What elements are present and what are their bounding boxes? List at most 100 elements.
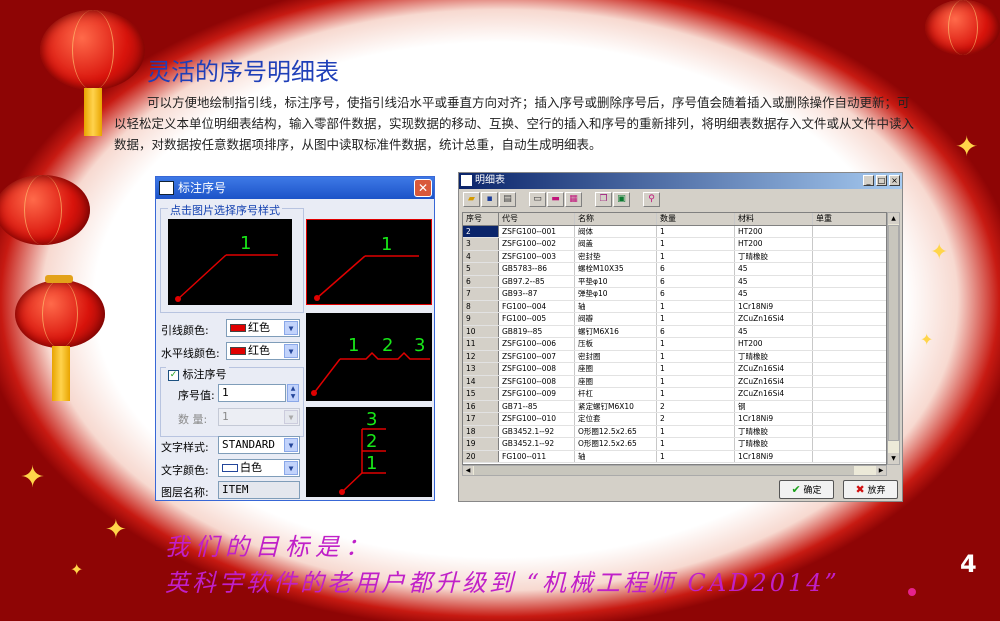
checkbox-checked-icon[interactable]: ✓ bbox=[168, 369, 179, 381]
table-row[interactable]: 20 FG100--011 轴 1 1Cr18Ni9 bbox=[463, 450, 886, 463]
text-color-select[interactable]: 白色 ▼ bbox=[218, 459, 300, 477]
scroll-thumb[interactable] bbox=[888, 225, 899, 441]
row-number-cell[interactable]: 5 bbox=[463, 263, 499, 275]
row-number-cell[interactable]: 4 bbox=[463, 250, 499, 262]
table-cell[interactable]: 6 bbox=[657, 325, 735, 337]
header-cell[interactable]: 名称 bbox=[575, 213, 657, 225]
table-row[interactable]: 12 ZSFG100--007 密封圈 1 丁晴橡胶 bbox=[463, 350, 886, 363]
table-cell[interactable]: FG100--011 bbox=[499, 450, 575, 462]
table-cell[interactable]: 阀体 bbox=[575, 225, 657, 237]
maximize-icon[interactable]: □ bbox=[876, 175, 887, 186]
table-cell[interactable]: 1 bbox=[657, 250, 735, 262]
row-number-cell[interactable]: 16 bbox=[463, 400, 499, 412]
ok-button[interactable]: ✔ 确定 bbox=[779, 480, 834, 499]
chevron-down-icon[interactable]: ▼ bbox=[284, 344, 298, 358]
style-option-multi[interactable]: 1 2 3 bbox=[306, 313, 432, 401]
scroll-right-icon[interactable]: ▶ bbox=[876, 466, 886, 475]
vertical-scrollbar[interactable]: ▲ ▼ bbox=[887, 212, 900, 465]
open-folder-icon[interactable]: ▰ bbox=[463, 192, 480, 207]
chevron-down-icon[interactable]: ▼ bbox=[284, 438, 298, 452]
layer-input[interactable]: ITEM bbox=[218, 481, 300, 499]
table-cell[interactable] bbox=[813, 413, 886, 425]
table-row[interactable]: 13 ZSFG100--008 座圈 1 ZCuZn16Si4 bbox=[463, 363, 886, 376]
table-cell[interactable] bbox=[813, 376, 886, 388]
row-number-cell[interactable]: 9 bbox=[463, 313, 499, 325]
table-row[interactable]: 6 GB97.2--85 平垫φ10 6 45 bbox=[463, 275, 886, 288]
table-cell[interactable]: 45 bbox=[735, 288, 813, 300]
row-number-cell[interactable]: 7 bbox=[463, 288, 499, 300]
table-cell[interactable]: 1Cr18Ni9 bbox=[735, 413, 813, 425]
table-cell[interactable] bbox=[813, 301, 886, 313]
table-row[interactable]: 9 FG100--005 阀瓣 1 ZCuZn16Si4 bbox=[463, 313, 886, 326]
table-row[interactable]: 8 FG100--004 轴 1 1Cr18Ni9 bbox=[463, 300, 886, 313]
chevron-down-icon[interactable]: ▼ bbox=[284, 321, 298, 335]
table-settings-icon[interactable]: ▤ bbox=[499, 192, 516, 207]
table-cell[interactable] bbox=[813, 276, 886, 288]
row-number-cell[interactable]: 3 bbox=[463, 238, 499, 250]
style-option-single[interactable]: 1 bbox=[306, 219, 432, 305]
table-cell[interactable]: ZSFG100--009 bbox=[499, 388, 575, 400]
hline-color-select[interactable]: 红色 ▼ bbox=[226, 342, 300, 360]
table-cell[interactable]: 钢 bbox=[735, 400, 813, 412]
table-row[interactable]: 7 GB93--87 弹垫φ10 6 45 bbox=[463, 288, 886, 301]
table-cell[interactable]: 45 bbox=[735, 325, 813, 337]
table-cell[interactable]: FG100--005 bbox=[499, 313, 575, 325]
table-row[interactable]: 10 GB819--85 螺钉M6X16 6 45 bbox=[463, 325, 886, 338]
table-cell[interactable]: 1 bbox=[657, 438, 735, 450]
row-number-cell[interactable]: 17 bbox=[463, 413, 499, 425]
row-number-cell[interactable]: 18 bbox=[463, 425, 499, 437]
table-cell[interactable]: 阀瓣 bbox=[575, 313, 657, 325]
scroll-thumb[interactable] bbox=[474, 466, 854, 475]
row-number-cell[interactable]: 20 bbox=[463, 450, 499, 462]
table-row[interactable]: 18 GB3452.1--92 O形圈12.5x2.65 1 丁晴橡胶 bbox=[463, 425, 886, 438]
row-number-cell[interactable]: 10 bbox=[463, 325, 499, 337]
table-cell[interactable] bbox=[813, 438, 886, 450]
text-style-select[interactable]: STANDARD ▼ bbox=[218, 436, 300, 454]
save-icon[interactable]: ▪ bbox=[481, 192, 498, 207]
table-cell[interactable] bbox=[813, 388, 886, 400]
table-row[interactable]: 2 ZSFG100--001 阀体 1 HT200 bbox=[463, 225, 886, 238]
table-cell[interactable]: GB819--85 bbox=[499, 325, 575, 337]
cancel-button[interactable]: ✖ 放弃 bbox=[843, 480, 898, 499]
table-cell[interactable]: 2 bbox=[657, 413, 735, 425]
dialog-titlebar[interactable]: 标注序号 ✕ bbox=[156, 177, 434, 199]
seq-value-input[interactable]: 1 bbox=[218, 384, 286, 402]
table-cell[interactable]: 紧定螺钉M6X10 bbox=[575, 400, 657, 412]
table-cell[interactable]: 1 bbox=[657, 425, 735, 437]
sort-icon[interactable]: ⚲ bbox=[643, 192, 660, 207]
table-cell[interactable]: ZSFG100--007 bbox=[499, 350, 575, 362]
table-cell[interactable] bbox=[813, 288, 886, 300]
table-cell[interactable] bbox=[813, 363, 886, 375]
table-cell[interactable]: O形圈12.5x2.65 bbox=[575, 425, 657, 437]
table-cell[interactable]: 座圈 bbox=[575, 375, 657, 387]
table-cell[interactable]: GB93--87 bbox=[499, 288, 575, 300]
table-row[interactable]: 17 ZSFG100--010 定位套 2 1Cr18Ni9 bbox=[463, 413, 886, 426]
table-cell[interactable] bbox=[813, 313, 886, 325]
table-cell[interactable]: ZSFG100--008 bbox=[499, 363, 575, 375]
table-cell[interactable]: ZSFG100--008 bbox=[499, 375, 575, 387]
table-window-titlebar[interactable]: 明细表 _ □ × bbox=[459, 173, 902, 189]
table-cell[interactable]: 45 bbox=[735, 263, 813, 275]
table-cell[interactable] bbox=[813, 451, 886, 463]
table-cell[interactable]: 螺钉M6X16 bbox=[575, 325, 657, 337]
parts-table[interactable]: 序号 代号 名称 数量 材料 单重 2 ZSFG100--001 阀体 1 HT200 3… bbox=[462, 212, 887, 465]
table-cell[interactable]: ZSFG100--006 bbox=[499, 338, 575, 350]
table-cell[interactable]: 定位套 bbox=[575, 413, 657, 425]
table-cell[interactable]: 平垫φ10 bbox=[575, 275, 657, 287]
table-cell[interactable]: 丁晴橡胶 bbox=[735, 438, 813, 450]
table-cell[interactable]: 弹垫φ10 bbox=[575, 288, 657, 300]
table-cell[interactable] bbox=[813, 251, 886, 263]
header-cell[interactable]: 代号 bbox=[499, 213, 575, 225]
row-number-cell[interactable]: 11 bbox=[463, 338, 499, 350]
table-cell[interactable]: ZSFG100--002 bbox=[499, 238, 575, 250]
scroll-down-icon[interactable]: ▼ bbox=[888, 453, 899, 464]
table-cell[interactable] bbox=[813, 351, 886, 363]
table-cell[interactable]: ZCuZn16Si4 bbox=[735, 388, 813, 400]
row-number-cell[interactable]: 8 bbox=[463, 300, 499, 312]
table-cell[interactable]: 丁晴橡胶 bbox=[735, 425, 813, 437]
table-cell[interactable] bbox=[813, 401, 886, 413]
table-cell[interactable]: ZSFG100--003 bbox=[499, 250, 575, 262]
table-cell[interactable]: 螺栓M10X35 bbox=[575, 263, 657, 275]
horizontal-scrollbar[interactable]: ◀ ▶ bbox=[462, 465, 887, 476]
table-row[interactable]: 16 GB71--85 紧定螺钉M6X10 2 钢 bbox=[463, 400, 886, 413]
